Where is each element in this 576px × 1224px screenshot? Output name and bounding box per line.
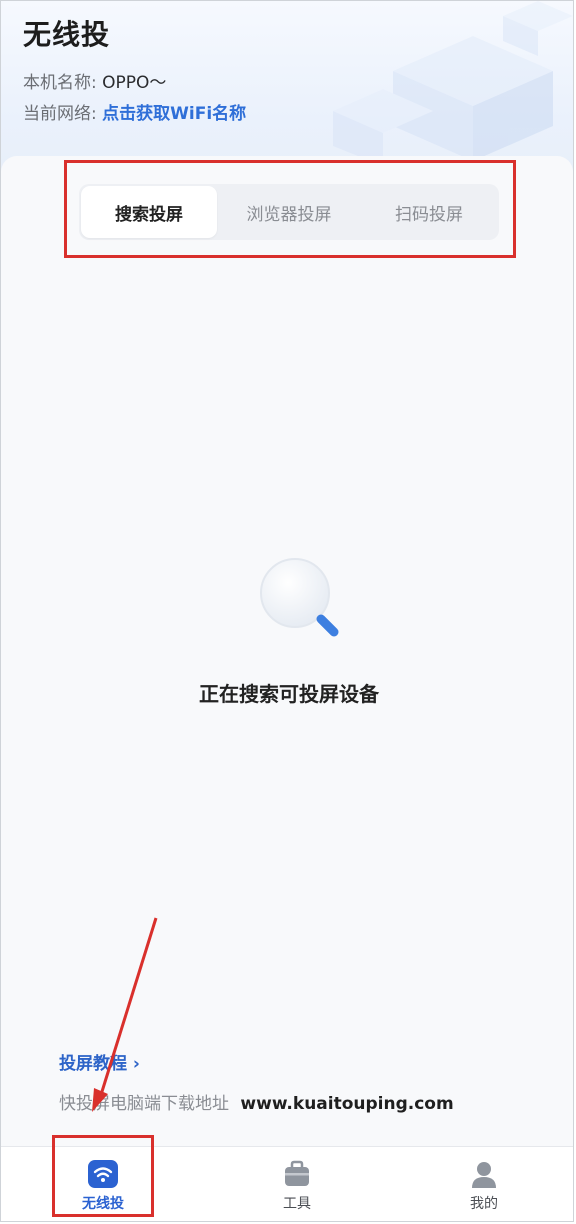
search-icon [260, 558, 339, 637]
device-name-label: 本机名称: [23, 73, 97, 93]
user-icon [472, 1162, 496, 1188]
decorative-cubes-graphic [333, 1, 573, 166]
toolbox-icon [285, 1160, 309, 1186]
tabs-annotation-box [64, 160, 516, 258]
nav-annotation-box [52, 1135, 154, 1217]
download-label: 快投屏电脑端下载地址 [59, 1094, 229, 1114]
searching-status-text: 正在搜索可投屏设备 [199, 682, 379, 706]
device-name-value: OPPO～ [102, 73, 167, 93]
cast-tutorial-link[interactable]: 投屏教程 › [59, 1049, 140, 1074]
download-url[interactable]: www.kuaitouping.com [240, 1094, 453, 1114]
page-title: 无线投 [23, 18, 111, 51]
nav-item-tools[interactable]: 工具 [247, 1159, 347, 1221]
network-label: 当前网络: [23, 104, 97, 124]
download-address-row: 快投屏电脑端下载地址 www.kuaitouping.com [59, 1089, 454, 1114]
get-wifi-name-link[interactable]: 点击获取WiFi名称 [102, 104, 246, 124]
main-card [1, 156, 573, 1146]
device-name-row: 本机名称: OPPO～ [23, 68, 166, 93]
nav-label-mine: 我的 [470, 1196, 498, 1212]
nav-label-tools: 工具 [283, 1196, 311, 1212]
network-row: 当前网络: 点击获取WiFi名称 [23, 99, 246, 124]
nav-item-mine[interactable]: 我的 [434, 1159, 534, 1221]
